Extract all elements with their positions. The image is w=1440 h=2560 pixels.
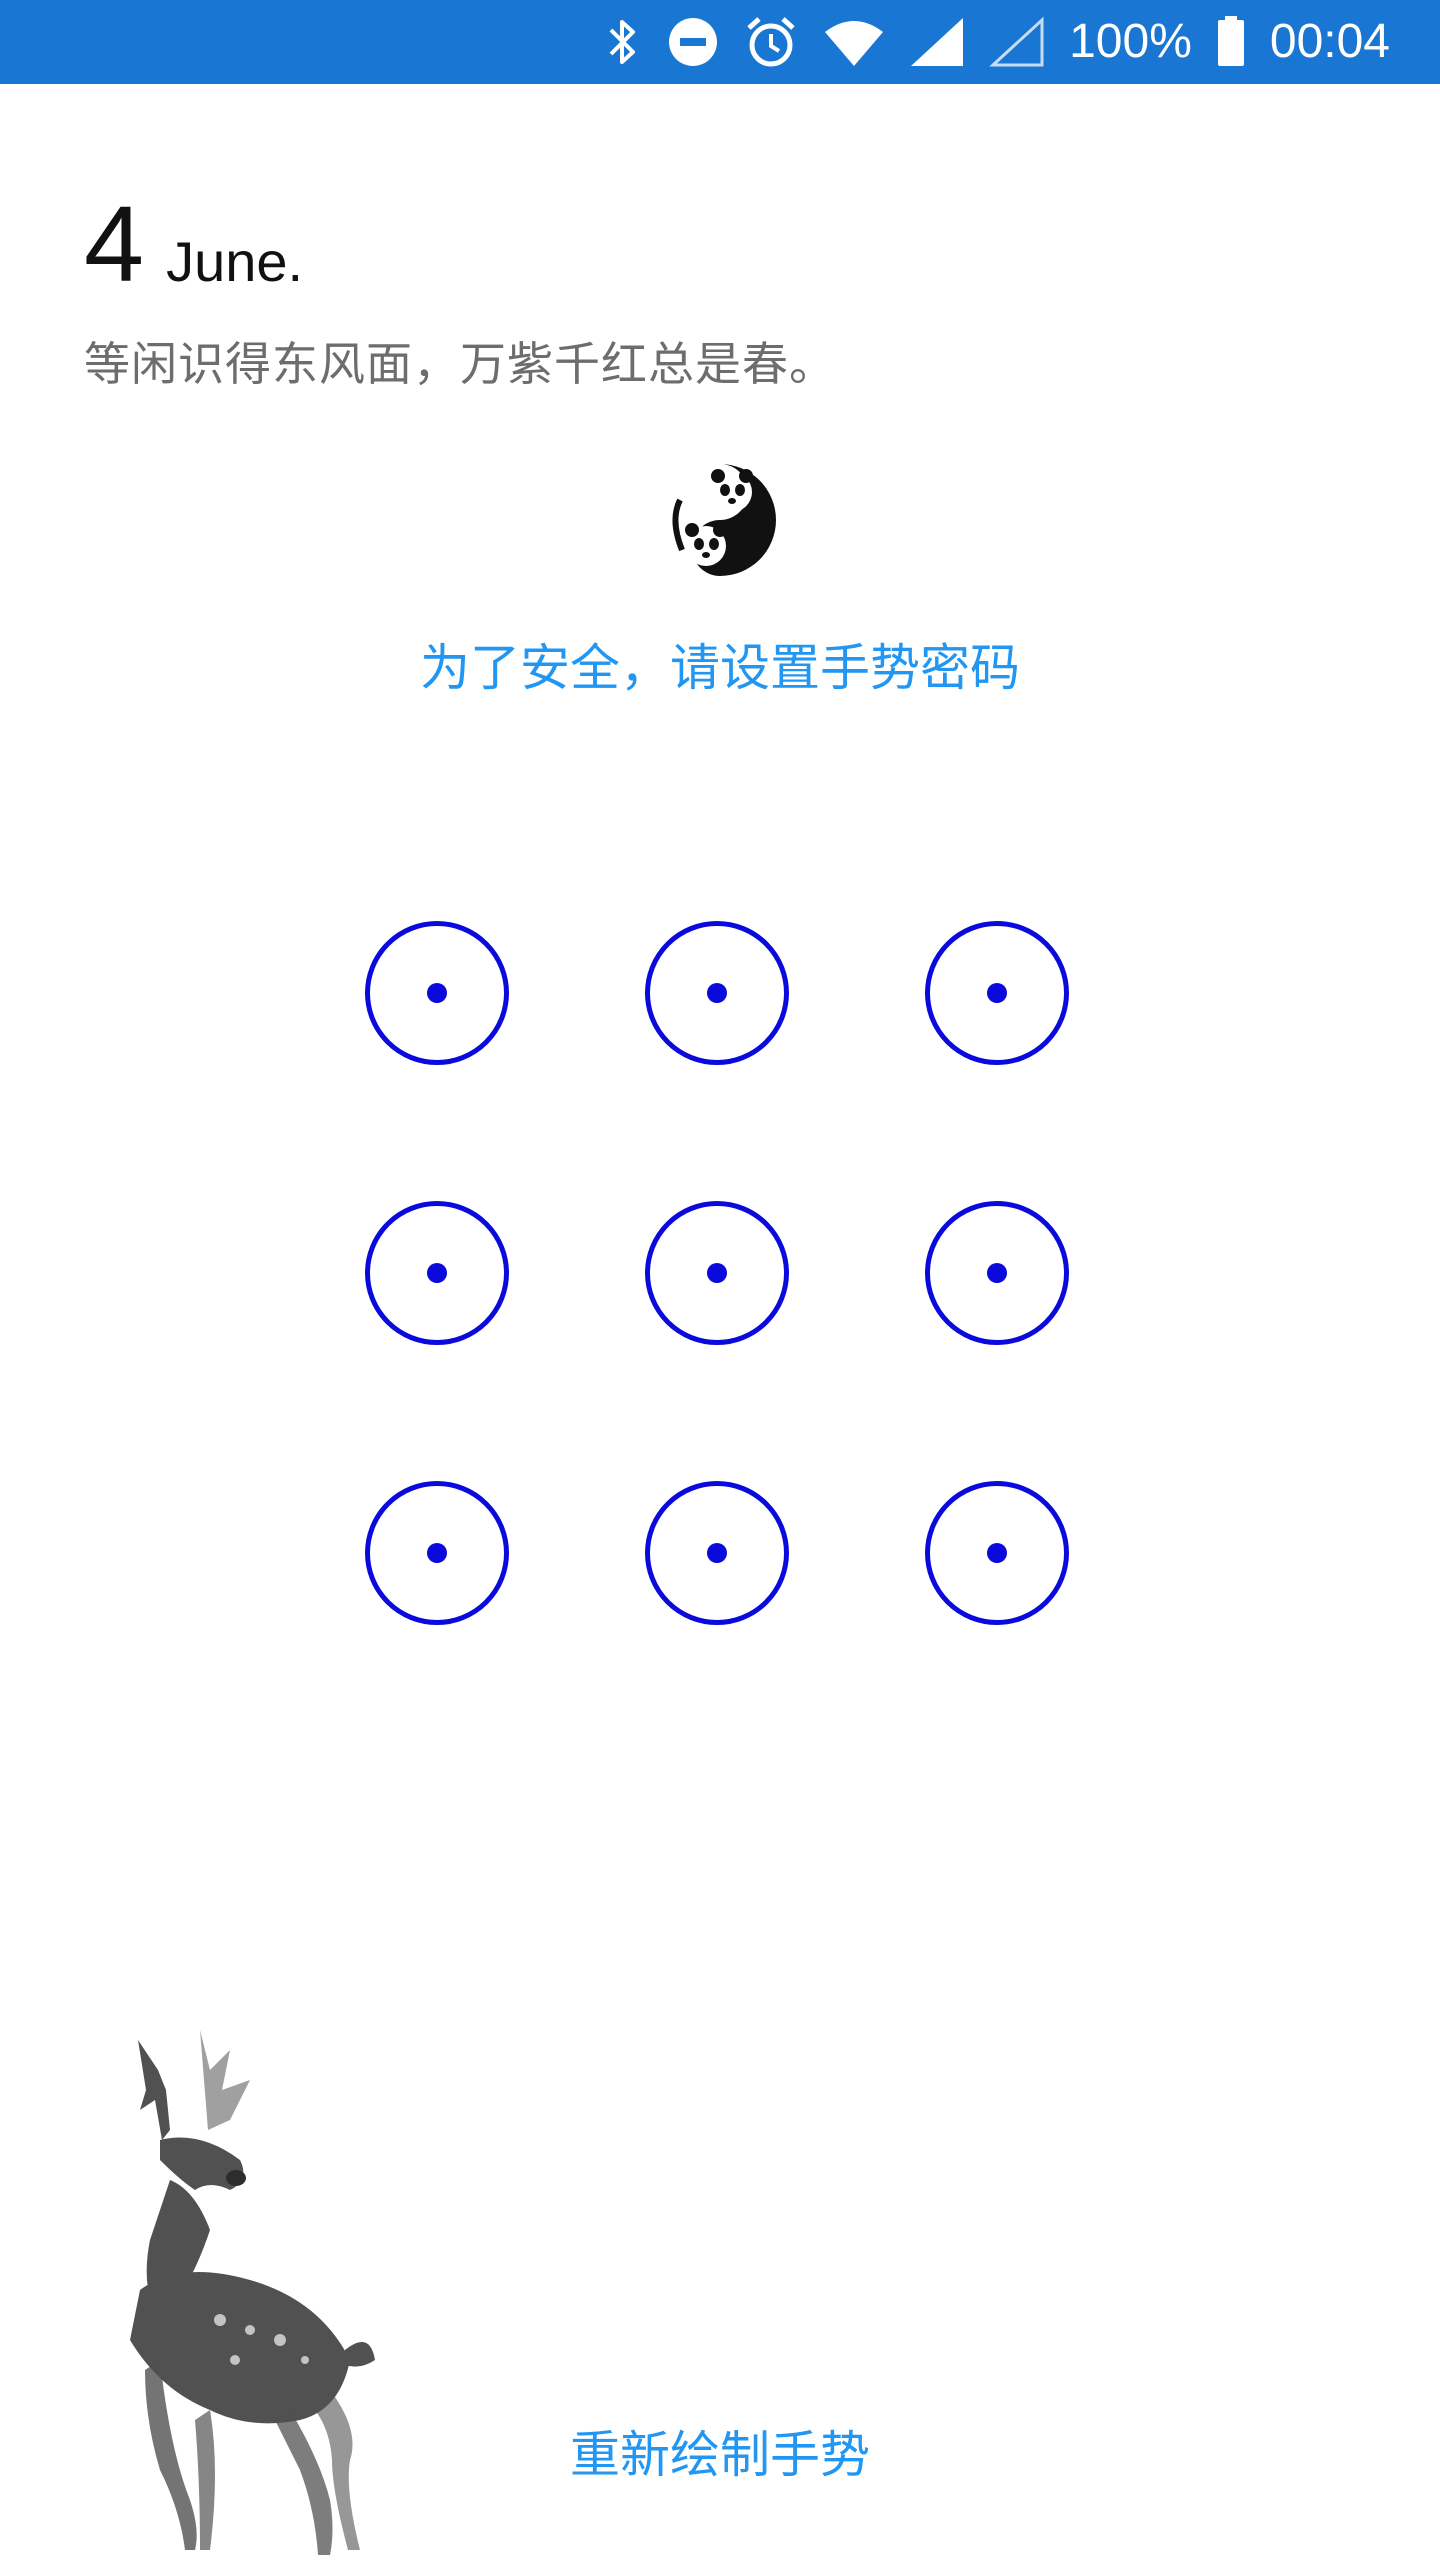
- node-dot: [427, 1543, 447, 1563]
- node-dot: [427, 983, 447, 1003]
- node-dot: [987, 1543, 1007, 1563]
- gesture-node-7[interactable]: [365, 1481, 509, 1625]
- gesture-node-9[interactable]: [925, 1481, 1069, 1625]
- node-dot: [427, 1263, 447, 1283]
- gesture-node-5[interactable]: [645, 1201, 789, 1345]
- node-dot: [987, 1263, 1007, 1283]
- redraw-gesture-button[interactable]: 重新绘制手势: [0, 2415, 1440, 2487]
- node-dot: [987, 983, 1007, 1003]
- gesture-node-4[interactable]: [365, 1201, 509, 1345]
- gesture-node-2[interactable]: [645, 921, 789, 1065]
- node-dot: [707, 983, 727, 1003]
- gesture-node-8[interactable]: [645, 1481, 789, 1625]
- gesture-node-1[interactable]: [365, 921, 509, 1065]
- gesture-node-6[interactable]: [925, 1201, 1069, 1345]
- gesture-node-3[interactable]: [925, 921, 1069, 1065]
- node-dot: [707, 1263, 727, 1283]
- node-dot: [707, 1543, 727, 1563]
- gesture-lock-screen: 100% 00:04 4 June. 等闲识得东风面，万紫千红总是春。 为了安全…: [0, 0, 1440, 2560]
